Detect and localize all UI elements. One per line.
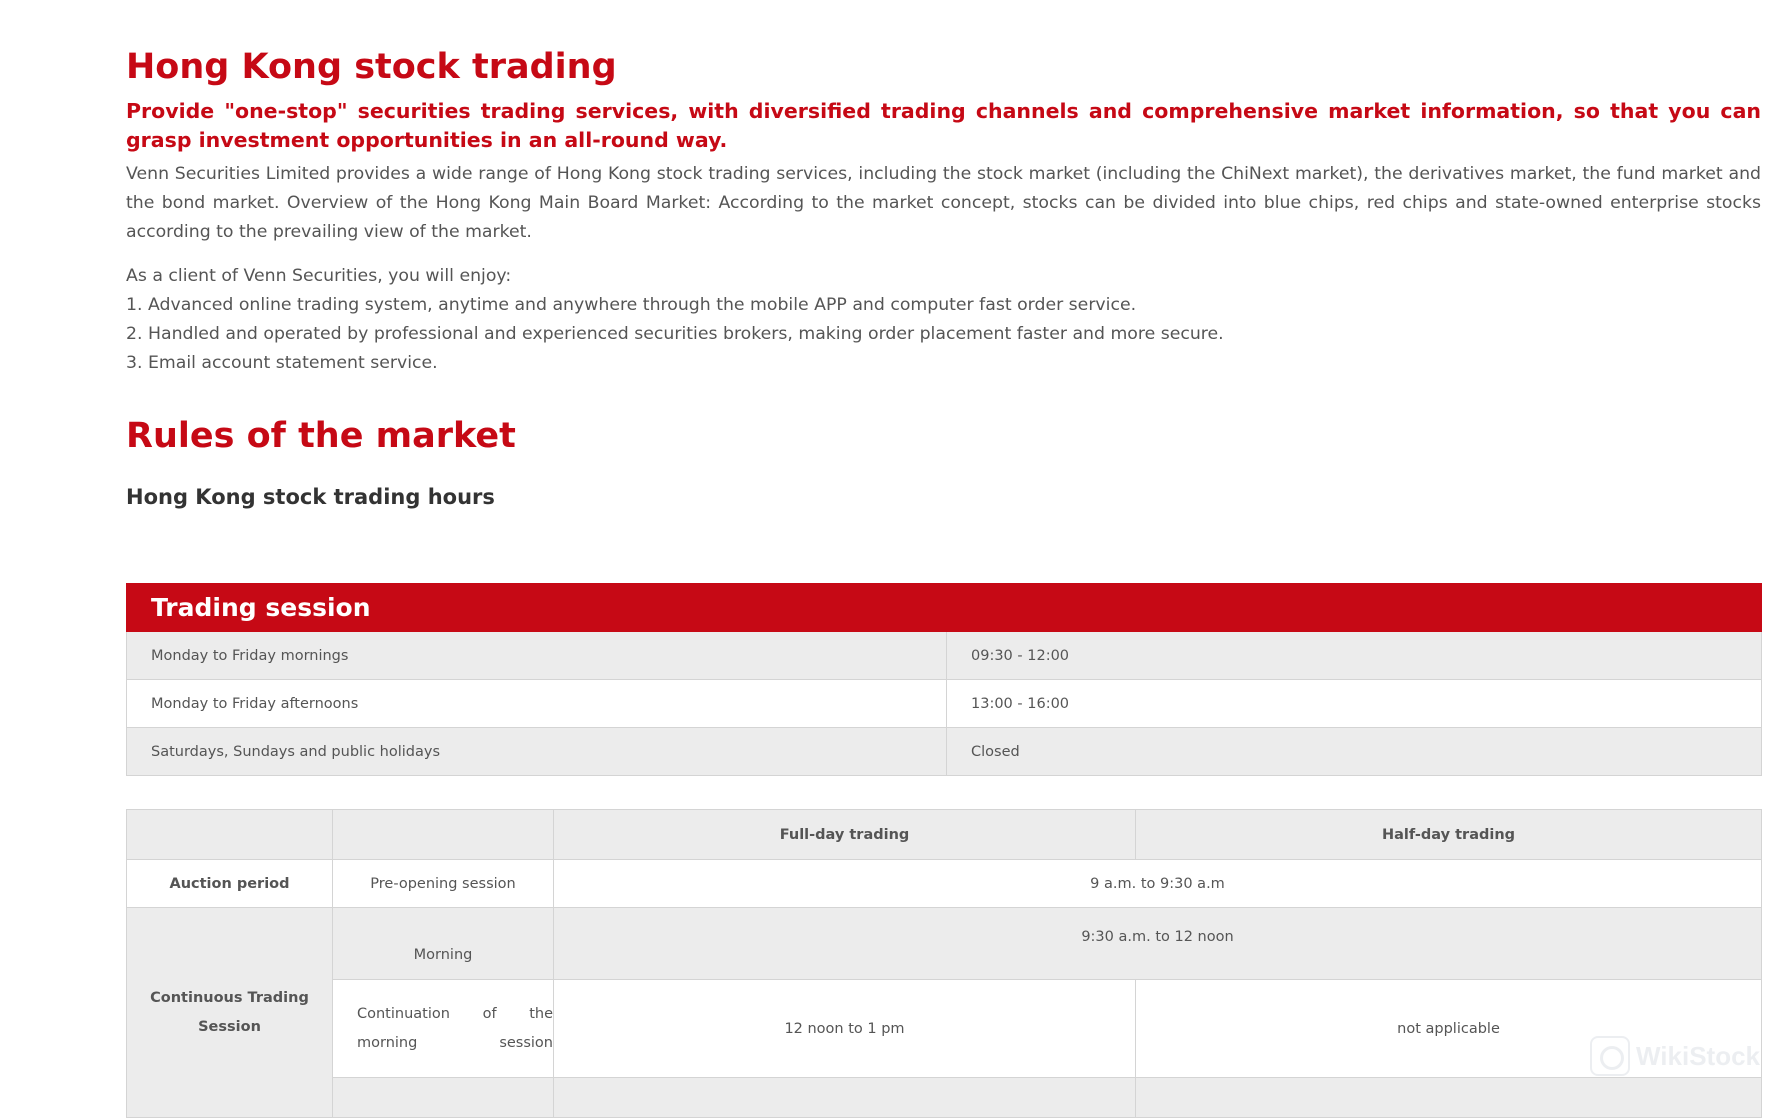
section-subtitle: Hong Kong stock trading hours [126,485,495,509]
table-cell [1135,1077,1762,1118]
auction-period-label: Auction period [126,859,333,908]
empty-header-cell [126,809,333,860]
table-cell [553,1077,1136,1118]
page-title: Hong Kong stock trading [126,47,617,87]
continuous-session-text: Continuous Trading Session [150,989,309,1035]
benefit-item: 1. Advanced online trading system, anyti… [126,295,1137,315]
watermark-text: WikiStock [1635,1040,1760,1071]
session-day: Monday to Friday mornings [126,631,947,680]
session-day: Monday to Friday afternoons [126,679,947,728]
table-row: Continuation of the morning session 12 n… [127,979,1762,1078]
session-time: 09:30 - 12:00 [945,631,1763,680]
table-row [127,1077,1762,1118]
continuation-full-day: 12 noon to 1 pm [553,979,1136,1078]
benefit-item: 3. Email account statement service. [126,353,438,373]
trading-hours-detail-table: Full-day trading Half-day trading Auctio… [126,809,1762,1118]
benefits-list: As a client of Venn Securities, you will… [126,262,1761,378]
column-header-full-day: Full-day trading [553,809,1136,860]
session-time: 13:00 - 16:00 [945,679,1763,728]
table-row: Monday to Friday mornings 09:30 - 12:00 [126,631,1763,680]
morning-text: Morning [413,946,473,963]
table-row: Auction period Pre-opening session 9 a.m… [126,859,1762,908]
table-row: Full-day trading Half-day trading [126,809,1762,860]
trading-session-table: Trading session Monday to Friday morning… [125,583,1763,776]
table-row: Saturdays, Sundays and public holidays C… [126,727,1763,776]
table-row: Continuous Trading Session Morning 9:30 … [126,907,1762,1118]
column-header-half-day: Half-day trading [1135,809,1762,860]
watermark: WikiStock [1590,1034,1760,1078]
section-title: Rules of the market [126,416,516,456]
session-time: Closed [945,727,1763,776]
table-header: Trading session [125,583,1763,632]
continuation-text: Continuation of the morning session [357,1005,553,1051]
client-line: As a client of Venn Securities, you will… [126,266,512,286]
intro-lead: Provide "one-stop" securities trading se… [126,99,1761,152]
wikistock-logo-icon [1590,1036,1630,1076]
continuation-label: Continuation of the morning session [332,979,554,1078]
pre-opening-label: Pre-opening session [332,859,554,908]
intro-paragraph: Venn Securities Limited provides a wide … [126,164,1761,242]
table-cell [332,1077,554,1118]
table-row: Monday to Friday afternoons 13:00 - 16:0… [126,679,1763,728]
benefit-item: 2. Handled and operated by professional … [126,324,1224,344]
morning-time: 9:30 a.m. to 12 noon [553,907,1762,980]
morning-label: Morning [332,907,554,980]
continuous-session-label: Continuous Trading Session [126,907,333,1118]
session-day: Saturdays, Sundays and public holidays [126,727,947,776]
pre-opening-time: 9 a.m. to 9:30 a.m [553,859,1762,908]
empty-header-cell [332,809,554,860]
